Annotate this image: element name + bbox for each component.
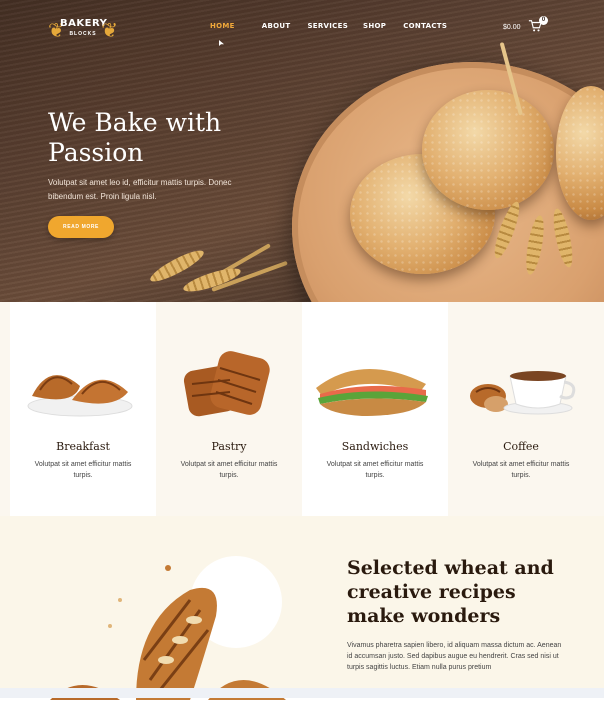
mouse-cursor-icon: [219, 40, 224, 46]
cart-widget[interactable]: $0.00 0: [503, 16, 548, 33]
menu-services[interactable]: SERVICES: [307, 22, 348, 30]
coffee-cup-image: [448, 334, 594, 434]
category-name: Coffee: [503, 440, 539, 453]
category-card-breakfast[interactable]: Breakfast Volutpat sit amet efficitur ma…: [10, 302, 156, 516]
cart-total: $0.00: [503, 24, 521, 31]
menu-contacts[interactable]: CONTACTS: [403, 22, 447, 30]
category-name: Pastry: [211, 440, 247, 453]
sandwich-image: [302, 334, 448, 434]
category-desc: Volutpat sit amet efficitur mattis turpi…: [180, 461, 278, 479]
bread-bun-image: [422, 90, 554, 210]
feature-title: Selected wheat and creative recipes make…: [347, 557, 554, 627]
laurel-right-icon: ❦: [101, 20, 118, 42]
menu-about[interactable]: ABOUT: [262, 22, 291, 30]
croissant-plate-image: [10, 334, 156, 434]
feature-text: Vivamus pharetra sapien libero, id aliqu…: [347, 642, 562, 671]
category-card-sandwiches[interactable]: Sandwiches Volutpat sit amet efficitur m…: [302, 302, 448, 516]
category-desc: Volutpat sit amet efficitur mattis turpi…: [326, 461, 424, 479]
logo-sub: BLOCKS: [69, 31, 97, 37]
main-menu: HOME ABOUT SERVICES SHOP CONTACTS: [210, 22, 447, 30]
feature-section: Selected wheat and creative recipes make…: [0, 516, 604, 700]
pastry-image: [156, 334, 302, 434]
page-bottom-edge: [0, 688, 604, 698]
category-name: Breakfast: [56, 440, 110, 453]
hero-title: We Bake with Passion: [48, 108, 222, 167]
category-card-pastry[interactable]: Pastry Volutpat sit amet efficitur matti…: [156, 302, 302, 516]
categories-section: Breakfast Volutpat sit amet efficitur ma…: [0, 302, 604, 516]
bakery-logo[interactable]: ❦ BAKERY BLOCKS ❦: [48, 14, 118, 44]
logo-brand: BAKERY: [60, 18, 108, 29]
hero-text: Volutpat sit amet leo id, efficitur matt…: [48, 178, 232, 201]
cart-count-badge: 0: [539, 16, 548, 25]
category-desc: Volutpat sit amet efficitur mattis turpi…: [472, 461, 570, 479]
hero-section: ❦ BAKERY BLOCKS ❦ HOME ABOUT SERVICES SH…: [0, 0, 604, 302]
category-name: Sandwiches: [341, 440, 409, 453]
top-navigation: ❦ BAKERY BLOCKS ❦ HOME ABOUT SERVICES SH…: [0, 0, 604, 55]
almond-croissant-image: [40, 560, 300, 700]
menu-shop[interactable]: SHOP: [363, 22, 386, 30]
menu-home[interactable]: HOME: [210, 22, 235, 30]
category-desc: Volutpat sit amet efficitur mattis turpi…: [34, 461, 132, 479]
category-card-coffee[interactable]: Coffee Volutpat sit amet efficitur matti…: [448, 302, 594, 516]
read-more-button[interactable]: READ MORE: [48, 216, 114, 238]
